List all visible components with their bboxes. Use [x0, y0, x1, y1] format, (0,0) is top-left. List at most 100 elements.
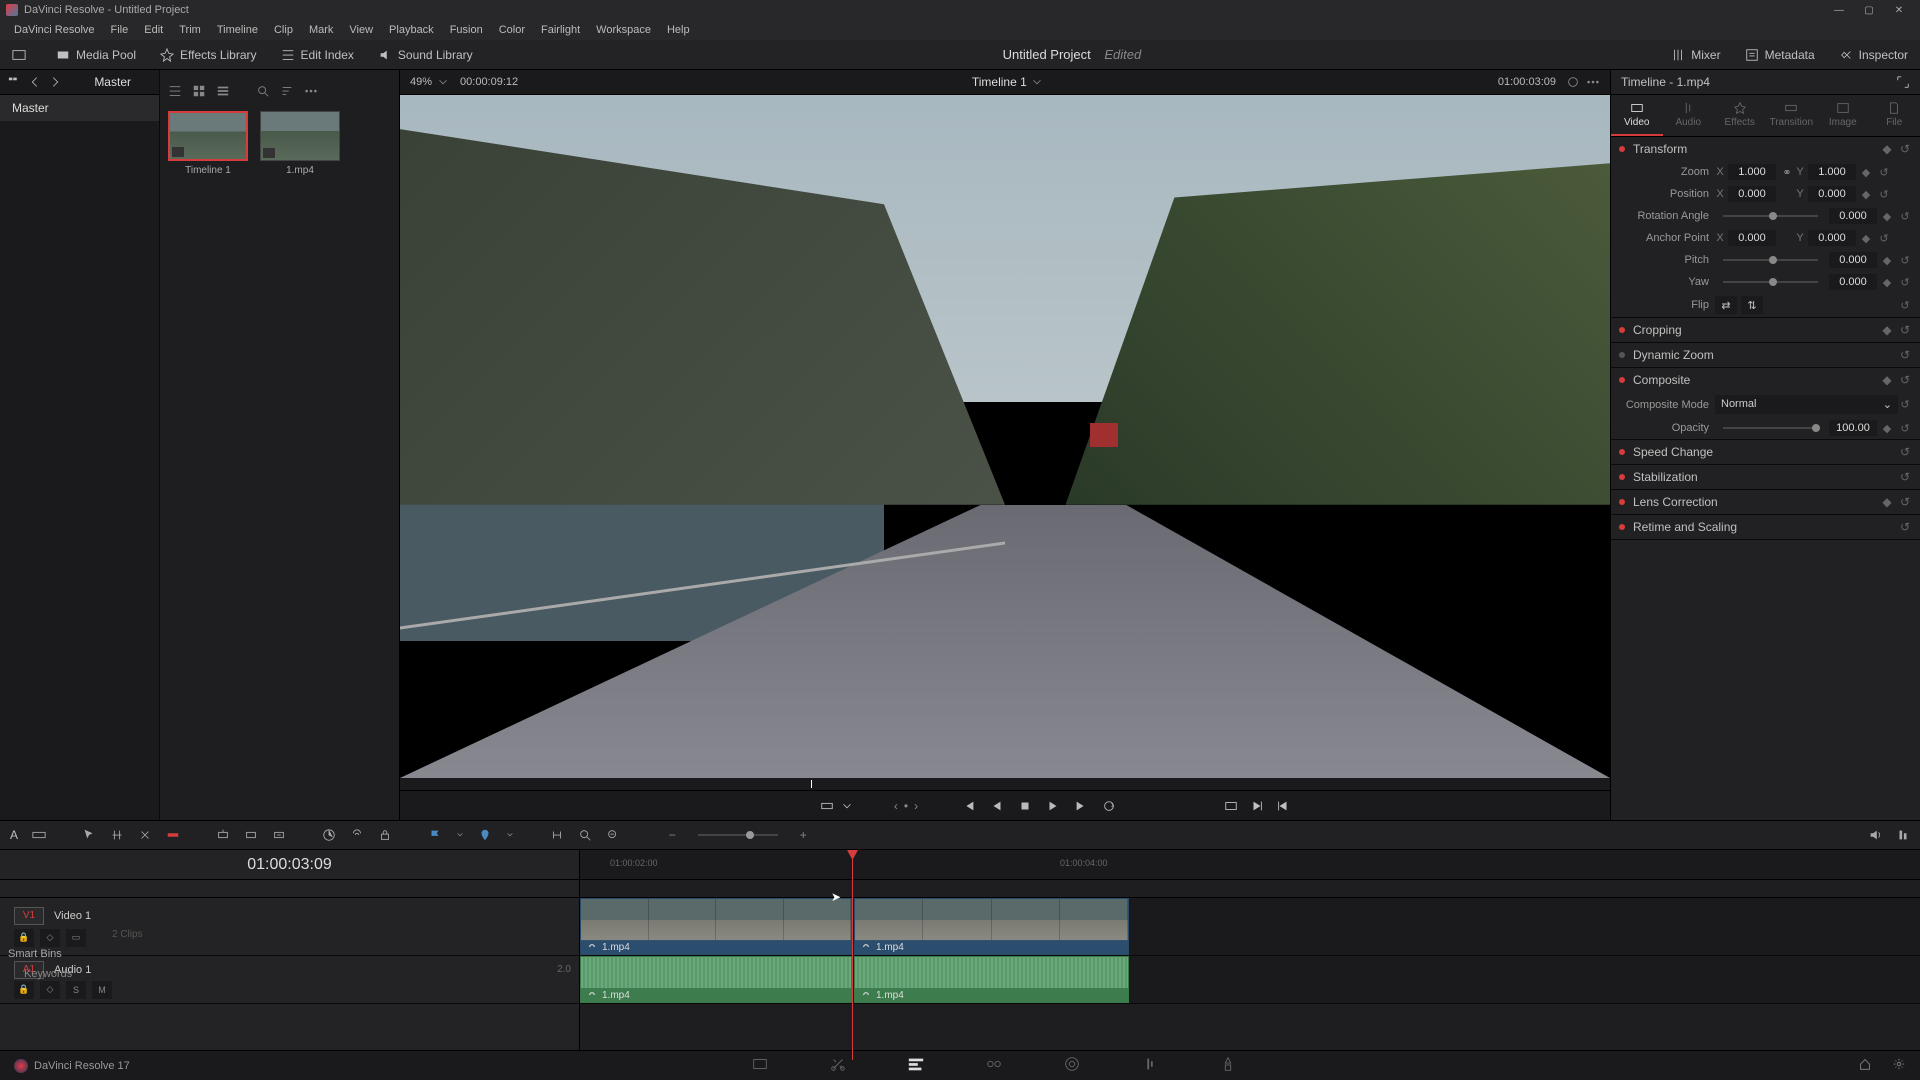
tab-file[interactable]: File [1869, 95, 1920, 136]
metadata-toggle[interactable]: Metadata [1733, 40, 1827, 69]
settings-icon[interactable] [1892, 1057, 1906, 1074]
maximize-button[interactable]: ▢ [1854, 1, 1884, 19]
match-frame-icon[interactable]: • [904, 799, 908, 813]
snap-icon[interactable] [550, 828, 564, 842]
flag-icon[interactable] [428, 828, 442, 842]
menu-mark[interactable]: Mark [301, 24, 341, 36]
page-cut[interactable] [829, 1055, 847, 1076]
bin-icon[interactable] [8, 75, 22, 89]
opacity-field[interactable]: 100.00 [1829, 420, 1877, 436]
reset-icon[interactable]: ↺ [1898, 142, 1912, 156]
a1-lock-button[interactable]: 🔒 [14, 981, 34, 999]
blade-tool[interactable] [166, 828, 180, 842]
trim-tool[interactable] [110, 828, 124, 842]
menu-color[interactable]: Color [491, 24, 533, 36]
page-deliver[interactable] [1219, 1055, 1237, 1076]
a1-solo-button[interactable]: S [66, 981, 86, 999]
mixer-toggle[interactable]: Mixer [1659, 40, 1732, 69]
prev-edit-icon[interactable] [1276, 799, 1290, 813]
zoom-out-icon[interactable]: − [669, 828, 676, 842]
dynamic-zoom-section[interactable]: Dynamic Zoom↺ [1611, 343, 1920, 367]
menu-clip[interactable]: Clip [266, 24, 301, 36]
zoom-full-icon[interactable] [606, 828, 620, 842]
page-media[interactable] [751, 1055, 769, 1076]
loop-button[interactable] [1102, 799, 1116, 813]
a1-mute-button[interactable]: M [92, 981, 112, 999]
menu-help[interactable]: Help [659, 24, 698, 36]
tab-video[interactable]: Video [1611, 95, 1663, 136]
timeline-zoom-slider[interactable] [698, 834, 778, 836]
page-fairlight[interactable] [1141, 1055, 1159, 1076]
retime-section[interactable]: Retime and Scaling↺ [1611, 515, 1920, 539]
match-next-icon[interactable]: › [914, 799, 918, 813]
menu-davinci[interactable]: DaVinci Resolve [6, 24, 103, 36]
flip-h-button[interactable]: ⇄ [1715, 296, 1737, 314]
composite-mode-select[interactable]: Normal⌄ [1715, 395, 1898, 414]
zoom-search-icon[interactable] [578, 828, 592, 842]
rotation-slider[interactable] [1723, 215, 1818, 217]
menu-edit[interactable]: Edit [136, 24, 171, 36]
menu-workspace[interactable]: Workspace [588, 24, 659, 36]
thumb-view-icon[interactable] [192, 84, 206, 98]
menu-playback[interactable]: Playback [381, 24, 442, 36]
strip-view-icon[interactable] [216, 84, 230, 98]
video-clip-2[interactable]: 1.mp4 [854, 898, 1129, 955]
link-icon[interactable]: ⚭ [1779, 166, 1795, 179]
smart-bins-header[interactable]: Smart Bins [8, 948, 72, 960]
expand-icon[interactable] [1896, 75, 1910, 89]
composite-section[interactable]: Composite◆↺ [1611, 368, 1920, 392]
menu-dots-icon[interactable] [304, 84, 318, 98]
dynamic-trim-tool[interactable] [138, 828, 152, 842]
edit-index-toggle[interactable]: Edit Index [269, 40, 366, 69]
page-color[interactable] [1063, 1055, 1081, 1076]
keyframe-diamond-icon[interactable]: ◆ [1880, 142, 1894, 156]
play-reverse-button[interactable] [990, 799, 1004, 813]
effects-library-toggle[interactable]: Effects Library [148, 40, 268, 69]
audio-clip-1[interactable]: 1.mp4 [580, 956, 852, 1003]
close-button[interactable]: ✕ [1884, 1, 1914, 19]
tab-transition[interactable]: Transition [1766, 95, 1818, 136]
zoom-in-icon[interactable]: + [800, 828, 807, 842]
zoom-y-field[interactable]: 1.000 [1808, 164, 1856, 180]
viewer-menu-icon[interactable] [1586, 75, 1600, 89]
a1-track-lane[interactable]: 1.mp4 1.mp4 [580, 956, 1920, 1004]
viewer-scrubber[interactable] [400, 778, 1610, 790]
overwrite-clip-icon[interactable] [244, 828, 258, 842]
zoom-x-field[interactable]: 1.000 [1728, 164, 1776, 180]
marker-icon[interactable] [478, 828, 492, 842]
chevron-down-icon[interactable] [1030, 75, 1044, 89]
v1-lock-button[interactable]: 🔒 [14, 929, 34, 947]
replace-clip-icon[interactable] [272, 828, 286, 842]
viewer-zoom-level[interactable]: 49% [410, 76, 432, 88]
speed-change-section[interactable]: Speed Change↺ [1611, 440, 1920, 464]
next-edit-icon[interactable] [1250, 799, 1264, 813]
viewer-title[interactable]: Timeline 1 [972, 75, 1027, 89]
timeline-view-icon[interactable] [32, 828, 46, 842]
v1-enable-button[interactable]: ▭ [66, 929, 86, 947]
meters-icon[interactable] [1896, 828, 1910, 842]
v1-track-lane[interactable]: 1.mp4 1.mp4 [580, 898, 1920, 956]
insert-clip-icon[interactable] [216, 828, 230, 842]
media-pool-toggle[interactable]: Media Pool [44, 40, 148, 69]
audio-monitor-icon[interactable] [1868, 828, 1882, 842]
minimize-button[interactable]: — [1824, 1, 1854, 19]
insert-mode-icon[interactable] [820, 799, 834, 813]
link-clips-icon[interactable] [350, 828, 364, 842]
media-thumb-clip[interactable]: 1.mp4 [260, 111, 340, 176]
yaw-field[interactable]: 0.000 [1829, 274, 1877, 290]
video-clip-1[interactable]: 1.mp4 [580, 898, 852, 955]
list-view-icon[interactable] [168, 84, 182, 98]
menu-trim[interactable]: Trim [171, 24, 209, 36]
anchor-x-field[interactable]: 0.000 [1728, 230, 1776, 246]
stabilization-section[interactable]: Stabilization↺ [1611, 465, 1920, 489]
anchor-y-field[interactable]: 0.000 [1808, 230, 1856, 246]
yaw-slider[interactable] [1723, 281, 1818, 283]
pos-y-field[interactable]: 0.000 [1808, 186, 1856, 202]
stop-button[interactable] [1018, 799, 1032, 813]
nav-fwd-icon[interactable] [48, 75, 62, 89]
tab-effects[interactable]: Effects [1714, 95, 1766, 136]
a1-auto-select[interactable]: ◇ [40, 981, 60, 999]
lock-icon[interactable] [378, 828, 392, 842]
chevron-down-icon[interactable] [840, 799, 854, 813]
master-bin[interactable]: Master [0, 95, 159, 121]
